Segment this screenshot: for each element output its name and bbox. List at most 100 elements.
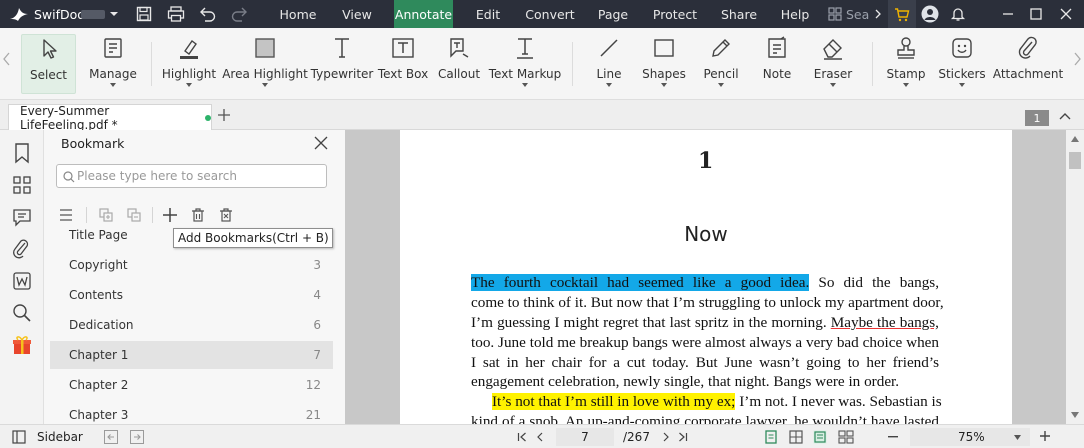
- pdf-page[interactable]: 1 Now The fourth cocktail had seemed lik…: [400, 130, 1012, 424]
- tool-pencil[interactable]: Pencil: [700, 34, 742, 94]
- sidebar-toggle-icon[interactable]: [12, 430, 26, 444]
- text-line-5[interactable]: I sat in her chair for a cut today. But …: [471, 354, 939, 372]
- blue-highlight[interactable]: The fourth cocktail had seemed like a go…: [471, 274, 810, 291]
- ribbon-scroll-right-icon[interactable]: [1073, 52, 1081, 66]
- search-field[interactable]: Sea: [828, 0, 872, 28]
- add-bookmark-icon[interactable]: [162, 207, 178, 223]
- tool-select[interactable]: Select: [21, 34, 76, 94]
- attachment-panel-icon[interactable]: [11, 238, 33, 260]
- menu-view[interactable]: View: [334, 0, 380, 28]
- text-line-2[interactable]: come to think of it. But now that I’m st…: [471, 294, 944, 312]
- continuous-view-icon[interactable]: [813, 430, 827, 444]
- document-tab[interactable]: Every-Summer LifeFeeling.pdf *: [8, 104, 212, 132]
- expand-all-icon[interactable]: [98, 207, 114, 223]
- tool-text-markup[interactable]: Text Markup: [489, 34, 561, 94]
- menu-protect[interactable]: Protect: [648, 0, 702, 28]
- bookmark-item-chapter-1[interactable]: Chapter 1 7: [50, 341, 333, 369]
- scroll-up-icon[interactable]: [1071, 136, 1079, 142]
- nav-back-icon[interactable]: [104, 430, 118, 444]
- nav-forward-icon[interactable]: [130, 430, 144, 444]
- menu-page[interactable]: Page: [592, 0, 634, 28]
- prev-page-icon[interactable]: [536, 432, 544, 442]
- single-page-view-icon[interactable]: [764, 430, 778, 444]
- comments-icon[interactable]: [11, 206, 33, 228]
- text-line-6[interactable]: engagement celebration, newly single, th…: [471, 373, 939, 391]
- sidebar-label[interactable]: Sidebar: [37, 430, 83, 444]
- delete-bookmark-icon[interactable]: [190, 207, 206, 223]
- red-underline-annotation[interactable]: Maybe the bangs,: [831, 314, 939, 331]
- vertical-scrollbar[interactable]: [1066, 130, 1084, 424]
- text-line-3[interactable]: I’m guessing I might regret that last sp…: [471, 314, 939, 332]
- bookmark-menu-icon[interactable]: [58, 207, 74, 223]
- close-window-icon[interactable]: [1052, 0, 1080, 28]
- close-panel-button[interactable]: [314, 136, 328, 150]
- redo-icon[interactable]: [230, 0, 248, 28]
- menu-annotate[interactable]: Annotate: [394, 0, 453, 28]
- word-icon[interactable]: [11, 270, 33, 292]
- tool-shapes[interactable]: Shapes: [641, 34, 687, 94]
- bell-icon[interactable]: [950, 0, 966, 28]
- next-page-icon[interactable]: [662, 432, 670, 442]
- menu-share[interactable]: Share: [716, 0, 762, 28]
- collapse-all-icon[interactable]: [126, 207, 142, 223]
- tool-highlight[interactable]: Highlight: [162, 34, 216, 94]
- new-tab-button[interactable]: [217, 108, 231, 122]
- bookmark-search-input[interactable]: Please type here to search: [56, 164, 327, 188]
- tool-stickers[interactable]: Stickers: [938, 34, 986, 94]
- bookmark-item-dedication[interactable]: Dedication 6: [50, 311, 333, 339]
- save-icon[interactable]: [136, 0, 152, 28]
- tool-text-box[interactable]: Text Box: [378, 34, 428, 94]
- menu-edit[interactable]: Edit: [468, 0, 508, 28]
- menu-convert[interactable]: Convert: [522, 0, 578, 28]
- tool-note[interactable]: Note: [758, 34, 796, 94]
- document-tab-bar: Every-Summer LifeFeeling.pdf *: [0, 100, 1084, 132]
- zoom-out-icon[interactable]: [888, 436, 898, 438]
- tool-stamp[interactable]: Stamp: [885, 34, 927, 94]
- text-line-1[interactable]: The fourth cocktail had seemed like a go…: [471, 274, 939, 292]
- bookmark-item-chapter-3[interactable]: Chapter 3 21: [50, 401, 333, 424]
- delete-all-bookmarks-icon[interactable]: [218, 207, 234, 223]
- yellow-highlight[interactable]: It’s not that I’m still in love with my …: [492, 393, 736, 410]
- bookmark-item-contents[interactable]: Contents 4: [50, 281, 333, 309]
- last-page-icon[interactable]: [678, 432, 688, 442]
- tool-area-highlight[interactable]: Area Highlight: [222, 34, 308, 94]
- first-page-icon[interactable]: [517, 432, 527, 442]
- scrollbar-thumb[interactable]: [1069, 152, 1081, 169]
- search-panel-icon[interactable]: [11, 302, 33, 324]
- thumbnails-icon[interactable]: [11, 174, 33, 196]
- zoom-select[interactable]: 75%: [910, 428, 1030, 446]
- cart-icon[interactable]: [888, 0, 916, 28]
- tool-callout[interactable]: Callout: [436, 34, 482, 94]
- avatar-icon[interactable]: [921, 0, 939, 28]
- maximize-icon[interactable]: [1022, 0, 1050, 28]
- undo-icon[interactable]: [199, 0, 217, 28]
- text-line-4[interactable]: too. June told me breakup bangs were alm…: [471, 334, 939, 352]
- collapse-ribbon-icon[interactable]: [1059, 112, 1071, 120]
- document-view[interactable]: 1 Now The fourth cocktail had seemed lik…: [345, 130, 1066, 424]
- minimize-icon[interactable]: [994, 0, 1022, 28]
- print-icon[interactable]: [167, 0, 185, 28]
- two-page-continuous-icon[interactable]: [838, 430, 854, 444]
- gift-icon[interactable]: [11, 334, 33, 356]
- tool-line[interactable]: Line: [592, 34, 626, 94]
- text-line-7[interactable]: It’s not that I’m still in love with my …: [492, 393, 942, 411]
- bookmark-icon[interactable]: [11, 142, 33, 164]
- app-menu-dropdown-icon[interactable]: [109, 0, 119, 28]
- scroll-down-icon[interactable]: [1071, 412, 1079, 418]
- tool-manage[interactable]: Manage: [88, 34, 138, 94]
- menu-help[interactable]: Help: [776, 0, 814, 28]
- expand-right-icon[interactable]: [874, 0, 882, 28]
- zoom-in-icon[interactable]: [1040, 431, 1050, 441]
- two-page-view-icon[interactable]: [789, 430, 803, 444]
- bookmark-item-chapter-2[interactable]: Chapter 2 12: [50, 371, 333, 399]
- highlighter-icon: [180, 40, 198, 59]
- menu-home[interactable]: Home: [274, 0, 322, 28]
- tool-eraser[interactable]: Eraser: [811, 34, 855, 94]
- panel-title: Bookmark: [61, 136, 125, 151]
- current-page-input[interactable]: 7: [556, 428, 614, 446]
- text-line-8[interactable]: kind of a snob. An up-and-coming corpora…: [471, 413, 939, 424]
- tool-attachment[interactable]: Attachment: [993, 34, 1063, 94]
- ribbon-scroll-left-icon[interactable]: [3, 52, 11, 66]
- bookmark-item-copyright[interactable]: Copyright 3: [50, 251, 333, 279]
- tool-typewriter[interactable]: Typewriter: [311, 34, 373, 94]
